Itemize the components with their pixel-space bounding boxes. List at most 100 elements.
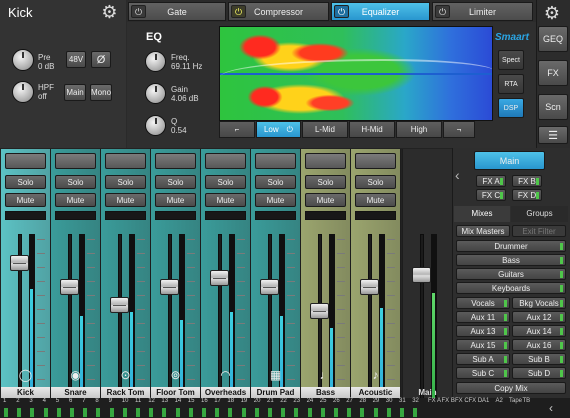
phase-invert-button[interactable]: Ø — [91, 51, 111, 68]
mute-button[interactable]: Mute — [5, 193, 46, 207]
fx-c-button[interactable]: FX C — [476, 189, 506, 201]
mute-button[interactable]: Mute — [155, 193, 196, 207]
solo-button[interactable]: Solo — [55, 175, 96, 189]
mix-group-button[interactable]: Bass — [456, 254, 566, 266]
channel-display-button[interactable] — [355, 153, 396, 169]
pan-bar[interactable] — [255, 211, 296, 220]
mix-bus-button[interactable]: Bkg Vocals — [512, 297, 566, 309]
spectrograph-display[interactable] — [219, 26, 493, 121]
channel-overview-strip[interactable]: 1 2 3 4 5 6 7 8 9 10 11 12 13 14 15 16 17 18 19 20 21 22 23 24 2… — [0, 398, 570, 418]
channel-settings-gear-icon[interactable]: ⚙ — [100, 3, 119, 22]
mix-bus-button[interactable]: Aux 15 — [456, 339, 510, 351]
preamp-knob[interactable] — [12, 49, 34, 71]
pan-bar[interactable] — [155, 211, 196, 220]
mute-button[interactable]: Mute — [305, 193, 346, 207]
solo-button[interactable]: Solo — [105, 175, 146, 189]
band-high[interactable]: High — [396, 121, 442, 138]
solo-button[interactable]: Solo — [5, 175, 46, 189]
mix-bus-button[interactable]: Aux 16 — [512, 339, 566, 351]
strip-chevron-icon[interactable]: ‹ — [549, 401, 553, 415]
tab-gate[interactable]: ⏻ Gate — [128, 2, 226, 21]
mix-group-button[interactable]: Guitars — [456, 268, 566, 280]
mix-group-button[interactable]: Keyboards — [456, 282, 566, 294]
mix-bus-button[interactable]: Sub B — [512, 353, 566, 365]
freq-knob[interactable] — [145, 51, 166, 72]
mix-masters-button[interactable]: Mix Masters — [456, 225, 510, 237]
mix-bus-button[interactable]: Vocals — [456, 297, 510, 309]
q-knob[interactable] — [145, 115, 166, 136]
tab-groups[interactable]: Groups — [511, 206, 568, 222]
gate-power-icon[interactable]: ⏻ — [131, 5, 146, 18]
high-shelf-icon[interactable]: ¬ — [443, 121, 475, 138]
channel-display-button[interactable] — [305, 153, 346, 169]
channel-fader[interactable] — [10, 255, 29, 271]
channel-display-button[interactable] — [55, 153, 96, 169]
channel-fader[interactable] — [310, 303, 329, 319]
channel-fader[interactable] — [160, 279, 179, 295]
tab-compressor[interactable]: ⏻ Compressor — [228, 2, 329, 21]
mix-bus-button[interactable]: Sub D — [512, 367, 566, 379]
scenes-button[interactable]: Scn — [538, 94, 568, 120]
solo-button[interactable]: Solo — [255, 175, 296, 189]
channel-fader[interactable] — [60, 279, 79, 295]
global-settings-gear-icon[interactable]: ⚙ — [541, 3, 563, 23]
band-low[interactable]: Low ⏻ — [256, 121, 301, 138]
channel-display-button[interactable] — [5, 153, 46, 169]
fx-d-button[interactable]: FX D — [512, 189, 542, 201]
compressor-power-icon[interactable]: ⏻ — [231, 5, 246, 18]
dsp-button[interactable]: DSP — [498, 98, 524, 118]
copy-mix-button[interactable]: Copy Mix — [456, 382, 566, 394]
mix-bus-button[interactable]: Sub A — [456, 353, 510, 365]
pan-bar[interactable] — [305, 211, 346, 220]
spect-button[interactable]: Spect — [498, 50, 524, 70]
mono-assign-button[interactable]: Mono — [90, 84, 112, 101]
channel-display-button[interactable] — [255, 153, 296, 169]
mute-button[interactable]: Mute — [55, 193, 96, 207]
collapse-chevron-icon[interactable]: ‹ — [455, 165, 467, 185]
fx-a-button[interactable]: FX A — [476, 175, 506, 187]
fx-b-button[interactable]: FX B — [512, 175, 542, 187]
channel-fader[interactable] — [110, 297, 129, 313]
mute-button[interactable]: Mute — [205, 193, 246, 207]
band-h-mid[interactable]: H-Mid — [349, 121, 395, 138]
pan-bar[interactable] — [55, 211, 96, 220]
channel-fader[interactable] — [360, 279, 379, 295]
tab-equalizer[interactable]: ⏻ Equalizer — [331, 2, 430, 21]
channel-display-button[interactable] — [105, 153, 146, 169]
geq-button[interactable]: GEQ — [538, 26, 568, 52]
tab-mixes[interactable]: Mixes — [454, 206, 510, 222]
band-low-power-icon[interactable]: ⏻ — [287, 125, 293, 135]
exit-filter-button[interactable]: Exit Filter — [512, 225, 566, 237]
equalizer-power-icon[interactable]: ⏻ — [334, 5, 349, 18]
solo-button[interactable]: Solo — [305, 175, 346, 189]
channel-fader[interactable] — [210, 270, 229, 286]
solo-button[interactable]: Solo — [205, 175, 246, 189]
limiter-power-icon[interactable]: ⏻ — [435, 5, 450, 18]
mix-bus-button[interactable]: Aux 11 — [456, 311, 510, 323]
channel-display-button[interactable] — [205, 153, 246, 169]
mix-group-button[interactable]: Drummer — [456, 240, 566, 252]
fx-button[interactable]: FX — [538, 60, 568, 86]
mute-button[interactable]: Mute — [355, 193, 396, 207]
main-fader[interactable] — [412, 267, 431, 283]
band-l-mid[interactable]: L-Mid — [302, 121, 348, 138]
pan-bar[interactable] — [355, 211, 396, 220]
mute-button[interactable]: Mute — [255, 193, 296, 207]
hpf-knob[interactable] — [12, 81, 34, 103]
mix-bus-button[interactable]: Aux 14 — [512, 325, 566, 337]
mix-bus-button[interactable]: Aux 13 — [456, 325, 510, 337]
mix-bus-button[interactable]: Aux 12 — [512, 311, 566, 323]
low-shelf-icon[interactable]: ⌐ — [219, 121, 255, 138]
mix-bus-button[interactable]: Sub C — [456, 367, 510, 379]
main-mix-button[interactable]: Main — [474, 151, 545, 170]
pan-bar[interactable] — [5, 211, 46, 220]
channel-display-button[interactable] — [155, 153, 196, 169]
channel-fader[interactable] — [260, 279, 279, 295]
main-assign-button[interactable]: Main — [64, 84, 86, 101]
mute-button[interactable]: Mute — [105, 193, 146, 207]
solo-button[interactable]: Solo — [355, 175, 396, 189]
tab-limiter[interactable]: ⏻ Limiter — [432, 2, 533, 21]
pan-bar[interactable] — [205, 211, 246, 220]
list-menu-icon[interactable]: ☰ — [538, 126, 568, 144]
phantom-power-button[interactable]: 48V — [66, 51, 86, 68]
